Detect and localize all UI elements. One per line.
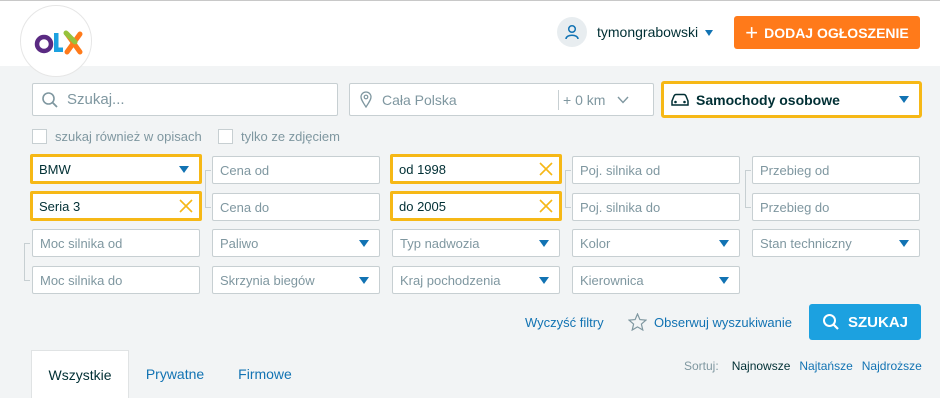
year-from-input[interactable]: od 1998 (390, 154, 562, 184)
star-icon (628, 313, 647, 331)
dropdown-arrow-icon (359, 276, 369, 284)
make-value: BMW (39, 161, 71, 177)
gearbox-select[interactable]: Skrzynia biegów (212, 266, 380, 294)
search-descriptions-checkbox[interactable]: szukaj również w opisach (32, 128, 202, 144)
sort-newest[interactable]: Najnowsze (732, 359, 791, 373)
car-icon (670, 93, 690, 107)
olx-logo-mark (34, 30, 83, 55)
dropdown-arrow-icon (539, 276, 549, 284)
tab-business[interactable]: Firmowe (227, 350, 303, 398)
price-to-placeholder: Cena do (220, 199, 270, 215)
condition-select[interactable]: Stan techniczny (752, 229, 920, 257)
username: tymongrabowski (597, 24, 699, 40)
sort-most-expensive[interactable]: Najdroższe (862, 359, 922, 373)
add-listing-button[interactable]: + DODAJ OGŁOSZENIE (734, 16, 920, 49)
price-from-input[interactable]: Cena od (212, 156, 380, 184)
plus-icon: + (745, 19, 759, 45)
chevron-down-icon (617, 96, 629, 104)
user-icon (557, 17, 587, 47)
make-select[interactable]: BMW (30, 154, 202, 184)
fuel-select[interactable]: Paliwo (212, 229, 380, 257)
engine-from-input[interactable]: Poj. silnika od (572, 156, 740, 184)
add-listing-label: DODAJ OGŁOSZENIE (764, 24, 909, 41)
search-button-label: SZUKAJ (847, 313, 908, 331)
radius-value[interactable]: + 0 km (563, 92, 617, 108)
condition-placeholder: Stan techniczny (760, 235, 852, 251)
mileage-from-placeholder: Przebieg od (760, 162, 830, 178)
origin-country-placeholder: Kraj pochodzenia (400, 272, 501, 288)
olx-logo[interactable] (20, 5, 92, 77)
mileage-to-input[interactable]: Przebieg do (752, 193, 920, 221)
fuel-placeholder: Paliwo (220, 235, 259, 251)
watch-search-link[interactable]: Obserwuj wyszukiwanie (628, 313, 792, 331)
checkbox-box[interactable] (218, 128, 233, 144)
range-bracket (745, 170, 751, 208)
engine-to-input[interactable]: Poj. silnika do (572, 193, 740, 221)
tab-all[interactable]: Wszystkie (31, 350, 129, 398)
search-placeholder: Szukaj... (67, 91, 125, 108)
power-to-placeholder: Moc silnika do (40, 272, 123, 288)
engine-from-placeholder: Poj. silnika od (580, 162, 661, 178)
photo-only-label: tylko ze zdjęciem (241, 128, 340, 144)
color-select[interactable]: Kolor (572, 229, 740, 257)
location-input[interactable]: Cała Polska + 0 km (349, 83, 654, 116)
search-button[interactable]: SZUKAJ (809, 304, 921, 340)
year-from-value: od 1998 (399, 161, 446, 177)
origin-country-select[interactable]: Kraj pochodzenia (392, 266, 560, 294)
body-type-placeholder: Typ nadwozia (400, 235, 480, 251)
dropdown-arrow-icon (179, 165, 189, 173)
dropdown-arrow-icon (899, 96, 909, 103)
sort-label: Sortuj: (684, 359, 719, 373)
dropdown-arrow-icon (539, 239, 549, 247)
radius-divider (558, 89, 559, 110)
clear-icon[interactable] (179, 199, 193, 213)
range-bracket (565, 170, 571, 208)
watch-search-label: Obserwuj wyszukiwanie (654, 314, 792, 330)
dropdown-arrow-icon (899, 239, 909, 247)
steering-placeholder: Kierownica (580, 272, 644, 288)
model-value: Seria 3 (39, 198, 81, 214)
dropdown-arrow-icon (719, 276, 729, 284)
engine-to-placeholder: Poj. silnika do (580, 199, 661, 215)
price-to-input[interactable]: Cena do (212, 193, 380, 221)
location-pin-icon (360, 91, 372, 108)
sort-options: Sortuj: Najnowsze Najtańsze Najdroższe (684, 359, 922, 373)
user-menu[interactable]: tymongrabowski (557, 16, 714, 48)
dropdown-arrow-icon (719, 239, 729, 247)
dropdown-arrow-icon (359, 239, 369, 247)
clear-icon[interactable] (539, 162, 553, 176)
category-select[interactable]: Samochody osobowe (661, 81, 922, 118)
power-to-input[interactable]: Moc silnika do (32, 266, 200, 294)
clear-icon[interactable] (539, 199, 553, 213)
gearbox-placeholder: Skrzynia biegów (220, 272, 315, 288)
search-input[interactable]: Szukaj... (32, 83, 338, 116)
power-from-input[interactable]: Moc silnika od (32, 229, 200, 257)
price-from-placeholder: Cena od (220, 162, 270, 178)
range-bracket (205, 170, 211, 208)
model-select[interactable]: Seria 3 (30, 191, 202, 221)
search-descriptions-label: szukaj również w opisach (55, 128, 202, 144)
mileage-from-input[interactable]: Przebieg od (752, 156, 920, 184)
search-icon (41, 91, 59, 109)
year-to-input[interactable]: do 2005 (390, 191, 562, 221)
power-from-placeholder: Moc silnika od (40, 235, 123, 251)
body-type-select[interactable]: Typ nadwozia (392, 229, 560, 257)
mileage-to-placeholder: Przebieg do (760, 199, 830, 215)
clear-filters-link[interactable]: Wyczyść filtry (525, 315, 604, 330)
checkbox-box[interactable] (32, 128, 47, 144)
sort-cheapest[interactable]: Najtańsze (799, 359, 852, 373)
location-value: Cała Polska (382, 91, 457, 108)
chevron-down-icon (704, 24, 714, 40)
search-icon (822, 313, 840, 331)
photo-only-checkbox[interactable]: tylko ze zdjęciem (218, 128, 340, 144)
range-bracket (24, 243, 30, 281)
category-value: Samochody osobowe (696, 91, 840, 108)
year-to-value: do 2005 (399, 198, 446, 214)
tab-private[interactable]: Prywatne (135, 350, 215, 398)
steering-select[interactable]: Kierownica (572, 266, 740, 294)
color-placeholder: Kolor (580, 235, 611, 251)
